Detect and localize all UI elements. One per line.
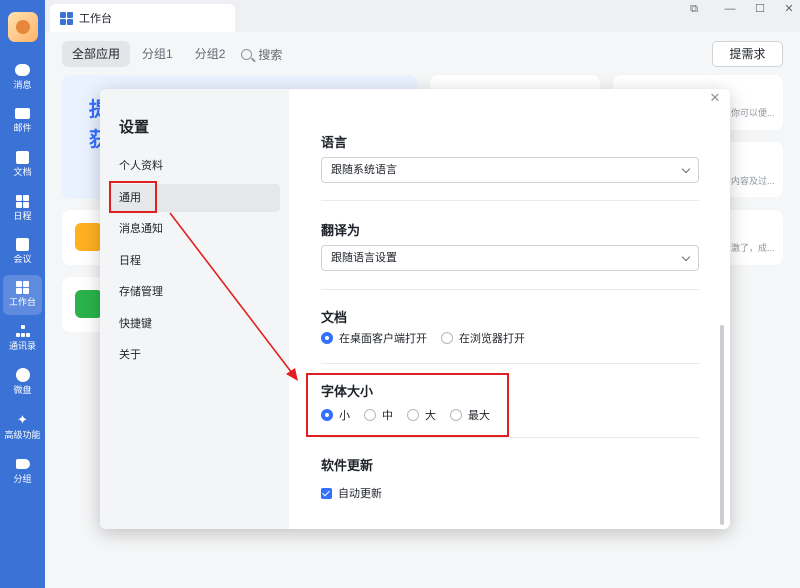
annotation-arrow <box>169 212 298 381</box>
